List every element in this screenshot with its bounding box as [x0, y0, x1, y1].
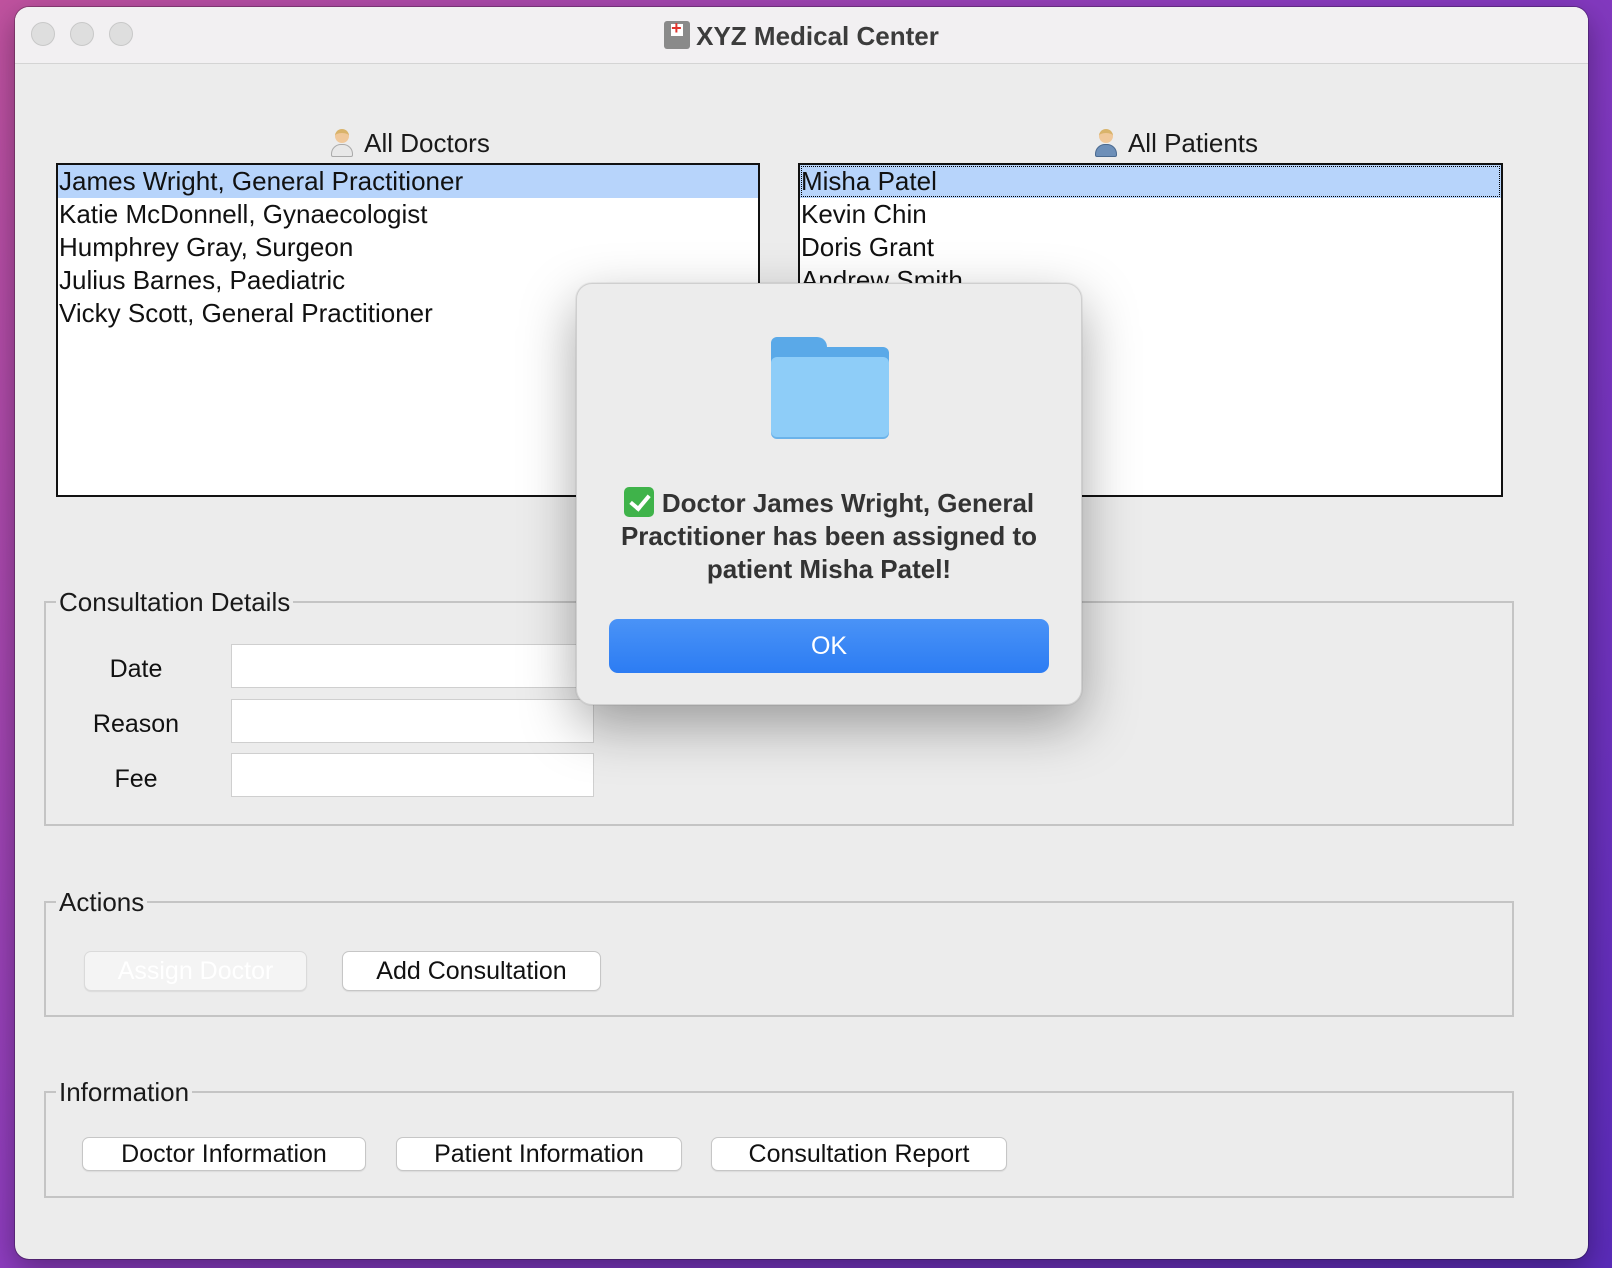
ok-button[interactable]: OK — [609, 619, 1049, 673]
doctor-list-item[interactable]: Katie McDonnell, Gynaecologist — [58, 198, 758, 231]
add-consultation-button[interactable]: Add Consultation — [342, 951, 601, 991]
date-input[interactable] — [231, 644, 594, 688]
patient-information-button[interactable]: Patient Information — [396, 1137, 682, 1171]
assignment-dialog: Doctor James Wright, General Practitione… — [576, 283, 1082, 705]
actions-group: Actions Assign Doctor Add Consultation — [44, 887, 1514, 1017]
doctor-information-button[interactable]: Doctor Information — [82, 1137, 366, 1171]
fee-input[interactable] — [231, 753, 594, 797]
patient-list-item[interactable]: Doris Grant — [800, 231, 1501, 264]
assign-doctor-button[interactable]: Assign Doctor — [84, 951, 307, 991]
title-bar: XYZ Medical Center — [15, 7, 1588, 64]
doctors-heading: All Doctors — [210, 128, 610, 159]
window-title: XYZ Medical Center — [15, 18, 1588, 52]
check-mark-icon — [623, 487, 654, 517]
actions-label: Actions — [56, 887, 148, 918]
doctor-list-item[interactable]: James Wright, General Practitioner — [58, 165, 758, 198]
doctor-icon — [330, 129, 354, 157]
reason-input[interactable] — [231, 699, 594, 743]
doctor-list-item[interactable]: Humphrey Gray, Surgeon — [58, 231, 758, 264]
patient-icon — [1094, 129, 1118, 157]
fee-label: Fee — [114, 765, 158, 793]
consultation-report-button[interactable]: Consultation Report — [711, 1137, 1007, 1171]
dialog-message: Doctor James Wright, General Practitione… — [620, 487, 1038, 584]
information-group: Information Doctor Information Patient I… — [44, 1077, 1514, 1198]
information-label: Information — [56, 1077, 193, 1108]
consultation-details-label: Consultation Details — [56, 587, 294, 618]
hospital-icon — [664, 18, 691, 49]
date-label: Date — [109, 655, 163, 683]
patient-list-item[interactable]: Kevin Chin — [800, 198, 1501, 231]
patients-heading: All Patients — [976, 128, 1376, 159]
patient-list-item[interactable]: Misha Patel — [800, 165, 1501, 198]
reason-label: Reason — [92, 710, 180, 738]
folder-icon — [771, 337, 889, 437]
